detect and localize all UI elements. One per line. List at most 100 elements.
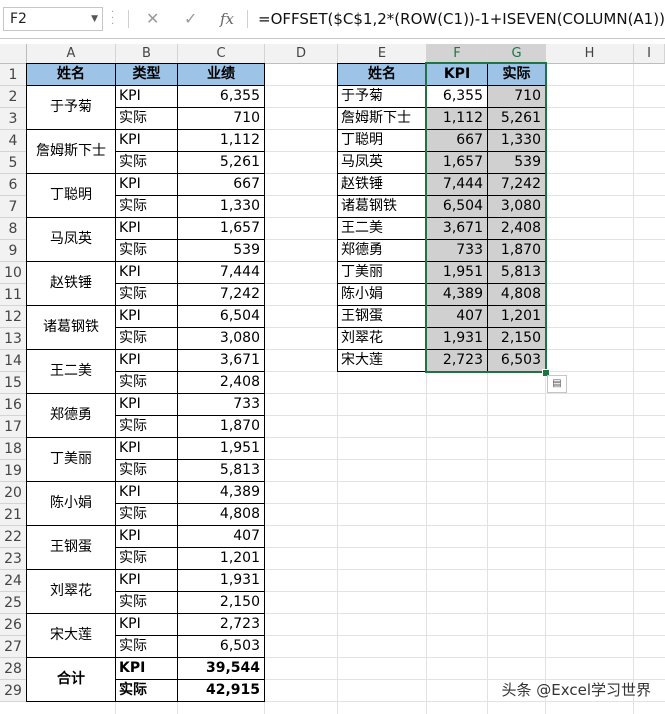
value-cell[interactable]: 1,657 [178, 218, 264, 239]
type-cell[interactable]: KPI [116, 130, 177, 151]
row-header-3[interactable]: 3 [0, 108, 27, 130]
value-cell[interactable]: 4,389 [178, 482, 264, 503]
value-cell[interactable]: 7,444 [178, 262, 264, 283]
value-cell[interactable]: 1,330 [178, 196, 264, 217]
row-header-13[interactable]: 13 [0, 328, 27, 350]
total-value[interactable]: 39,544 [178, 658, 264, 679]
total-value[interactable]: 42,915 [178, 680, 264, 701]
value-cell[interactable]: 1,870 [178, 416, 264, 437]
name-cell[interactable]: 王钢蛋 [27, 526, 115, 569]
type-cell[interactable]: 实际 [116, 504, 177, 525]
formula-input[interactable]: =OFFSET($C$1,2*(ROW(C1))-1+ISEVEN(COLUMN… [258, 7, 665, 31]
value-cell[interactable]: 6,355 [178, 86, 264, 107]
value-cell[interactable]: 2,408 [178, 372, 264, 393]
row-header-6[interactable]: 6 [0, 174, 27, 196]
type-cell[interactable]: KPI [116, 86, 177, 107]
row-header-22[interactable]: 22 [0, 526, 27, 548]
type-cell[interactable]: 实际 [116, 548, 177, 569]
name-cell[interactable]: 陈小娟 [27, 482, 115, 525]
row-header-10[interactable]: 10 [0, 262, 27, 284]
name-box[interactable]: F2 ▼ [3, 7, 103, 31]
total-type[interactable]: KPI [116, 658, 177, 679]
row-header-2[interactable]: 2 [0, 86, 27, 108]
total-type[interactable]: 实际 [116, 680, 177, 701]
column-header-e[interactable]: E [338, 44, 427, 64]
name-cell[interactable]: 赵铁锤 [338, 174, 426, 195]
name-cell[interactable]: 宋大莲 [27, 614, 115, 657]
value-cell[interactable]: 2,723 [178, 614, 264, 635]
type-cell[interactable]: KPI [116, 174, 177, 195]
type-cell[interactable]: 实际 [116, 328, 177, 349]
selection-range[interactable] [425, 62, 547, 373]
name-cell[interactable]: 郑德勇 [27, 394, 115, 437]
value-cell[interactable]: 7,242 [178, 284, 264, 305]
value-cell[interactable]: 6,504 [178, 306, 264, 327]
column-header-i[interactable]: I [634, 44, 665, 64]
column-header-a[interactable]: A [27, 44, 116, 64]
name-cell[interactable]: 宋大莲 [338, 350, 426, 371]
name-cell[interactable]: 丁聪明 [27, 174, 115, 217]
column-header-b[interactable]: B [116, 44, 178, 64]
type-cell[interactable]: 实际 [116, 592, 177, 613]
row-header-23[interactable]: 23 [0, 548, 27, 570]
column-header-f[interactable]: F [427, 44, 488, 64]
header-name[interactable]: 姓名 [338, 64, 426, 85]
column-header-h[interactable]: H [546, 44, 634, 64]
spreadsheet-grid[interactable]: A B C D E F G H I 1 2 3 4 5 6 7 8 9 10 11 12 13 14 15 16 17 18 19 20… [0, 44, 665, 714]
name-cell[interactable]: 詹姆斯下士 [338, 108, 426, 129]
name-cell[interactable]: 马凤英 [27, 218, 115, 261]
header-performance[interactable]: 业绩 [178, 64, 264, 85]
name-cell[interactable]: 丁美丽 [338, 262, 426, 283]
name-cell[interactable]: 诸葛钢铁 [338, 196, 426, 217]
type-cell[interactable]: KPI [116, 482, 177, 503]
value-cell[interactable]: 1,931 [178, 570, 264, 591]
type-cell[interactable]: KPI [116, 350, 177, 371]
name-cell[interactable]: 于予菊 [338, 86, 426, 107]
name-cell[interactable]: 诸葛钢铁 [27, 306, 115, 349]
type-cell[interactable]: 实际 [116, 240, 177, 261]
row-header-20[interactable]: 20 [0, 482, 27, 504]
type-cell[interactable]: KPI [116, 394, 177, 415]
row-header-18[interactable]: 18 [0, 438, 27, 460]
name-cell[interactable]: 丁美丽 [27, 438, 115, 481]
name-cell[interactable]: 詹姆斯下士 [27, 130, 115, 173]
row-header-11[interactable]: 11 [0, 284, 27, 306]
total-label[interactable]: 合计 [27, 658, 115, 701]
type-cell[interactable]: 实际 [116, 152, 177, 173]
quick-analysis-icon[interactable]: ▤ [547, 375, 567, 393]
type-cell[interactable]: KPI [116, 218, 177, 239]
row-header-17[interactable]: 17 [0, 416, 27, 438]
name-cell[interactable]: 王钢蛋 [338, 306, 426, 327]
row-header-8[interactable]: 8 [0, 218, 27, 240]
row-header-14[interactable]: 14 [0, 350, 27, 372]
name-cell[interactable]: 马凤英 [338, 152, 426, 173]
value-cell[interactable]: 539 [178, 240, 264, 261]
row-header-15[interactable]: 15 [0, 372, 27, 394]
function-icon[interactable]: fx [220, 7, 234, 31]
type-cell[interactable]: KPI [116, 438, 177, 459]
type-cell[interactable]: 实际 [116, 460, 177, 481]
value-cell[interactable]: 5,261 [178, 152, 264, 173]
type-cell[interactable]: 实际 [116, 372, 177, 393]
row-header-5[interactable]: 5 [0, 152, 27, 174]
chevron-down-icon[interactable]: ▼ [91, 8, 98, 30]
row-header-25[interactable]: 25 [0, 592, 27, 614]
value-cell[interactable]: 710 [178, 108, 264, 129]
row-header-26[interactable]: 26 [0, 614, 27, 636]
type-cell[interactable]: KPI [116, 526, 177, 547]
header-name[interactable]: 姓名 [27, 64, 115, 85]
type-cell[interactable]: KPI [116, 570, 177, 591]
name-cell[interactable]: 郑德勇 [338, 240, 426, 261]
value-cell[interactable]: 2,150 [178, 592, 264, 613]
type-cell[interactable]: 实际 [116, 196, 177, 217]
enter-icon[interactable]: ✓ [184, 7, 197, 31]
more-options-icon[interactable]: · · · [111, 8, 114, 30]
row-header-19[interactable]: 19 [0, 460, 27, 482]
name-cell[interactable]: 王二美 [27, 350, 115, 393]
row-header-28[interactable]: 28 [0, 658, 27, 680]
row-header-1[interactable]: 1 [0, 64, 27, 86]
row-header-16[interactable]: 16 [0, 394, 27, 416]
type-cell[interactable]: 实际 [116, 284, 177, 305]
value-cell[interactable]: 667 [178, 174, 264, 195]
name-cell[interactable]: 陈小娟 [338, 284, 426, 305]
